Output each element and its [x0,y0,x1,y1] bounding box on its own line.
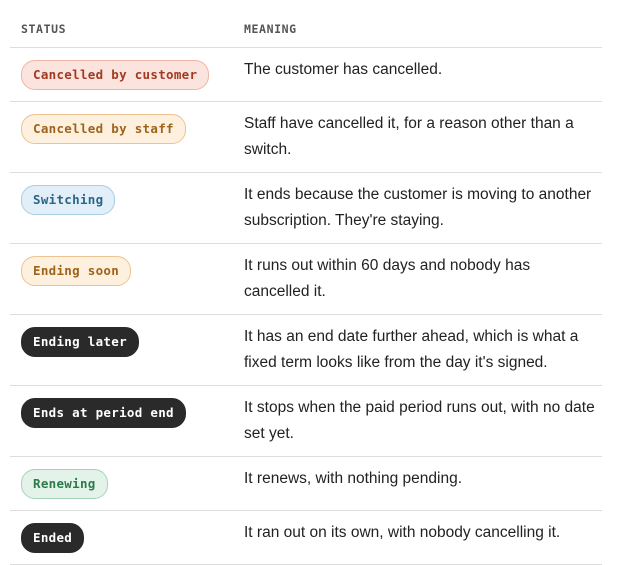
status-badge-renewing: Renewing [21,469,108,499]
table-row: Cancelled by customer The customer has c… [10,47,602,102]
status-cell: Cancelled by staff [10,101,231,173]
status-badge-cancelled-by-customer: Cancelled by customer [21,60,210,90]
header-meaning: MEANING [231,10,602,48]
table-row: Cancelled by staff Staff have cancelled … [10,101,602,173]
meaning-cell: It stops when the paid period runs out, … [231,385,602,457]
table-row: Renewing It renews, with nothing pending… [10,456,602,511]
status-cell: Switching [10,172,231,244]
status-cell: Ending later [10,314,231,386]
meaning-cell: It ends because the customer is moving t… [231,172,602,244]
status-cell: Renewing [10,456,231,511]
meaning-cell: It ran out on its own, with nobody cance… [231,510,602,565]
status-badge-switching: Switching [21,185,116,215]
table-row: Ends at period end It stops when the pai… [10,385,602,457]
status-badge-ended: Ended [21,523,85,553]
meaning-cell: It has an end date further ahead, which … [231,314,602,386]
status-cell: Cancelled by customer [10,47,231,102]
status-badge-ends-at-period-end: Ends at period end [21,398,186,428]
table-row: Ended It ran out on its own, with nobody… [10,510,602,565]
meaning-cell: It runs out within 60 days and nobody ha… [231,243,602,315]
table-row: Ending later It has an end date further … [10,314,602,386]
meaning-cell: Staff have cancelled it, for a reason ot… [231,101,602,173]
status-table: STATUS MEANING Cancelled by customer The… [10,10,602,565]
table-row: Switching It ends because the customer i… [10,172,602,244]
status-cell: Ends at period end [10,385,231,457]
status-cell: Ended [10,510,231,565]
header-status: STATUS [10,10,231,48]
status-badge-cancelled-by-staff: Cancelled by staff [21,114,186,144]
header-row: STATUS MEANING [10,10,602,48]
status-badge-ending-later: Ending later [21,327,139,357]
status-cell: Ending soon [10,243,231,315]
status-badge-ending-soon: Ending soon [21,256,132,286]
table-row: Ending soon It runs out within 60 days a… [10,243,602,315]
meaning-cell: It renews, with nothing pending. [231,456,602,511]
meaning-cell: The customer has cancelled. [231,47,602,102]
